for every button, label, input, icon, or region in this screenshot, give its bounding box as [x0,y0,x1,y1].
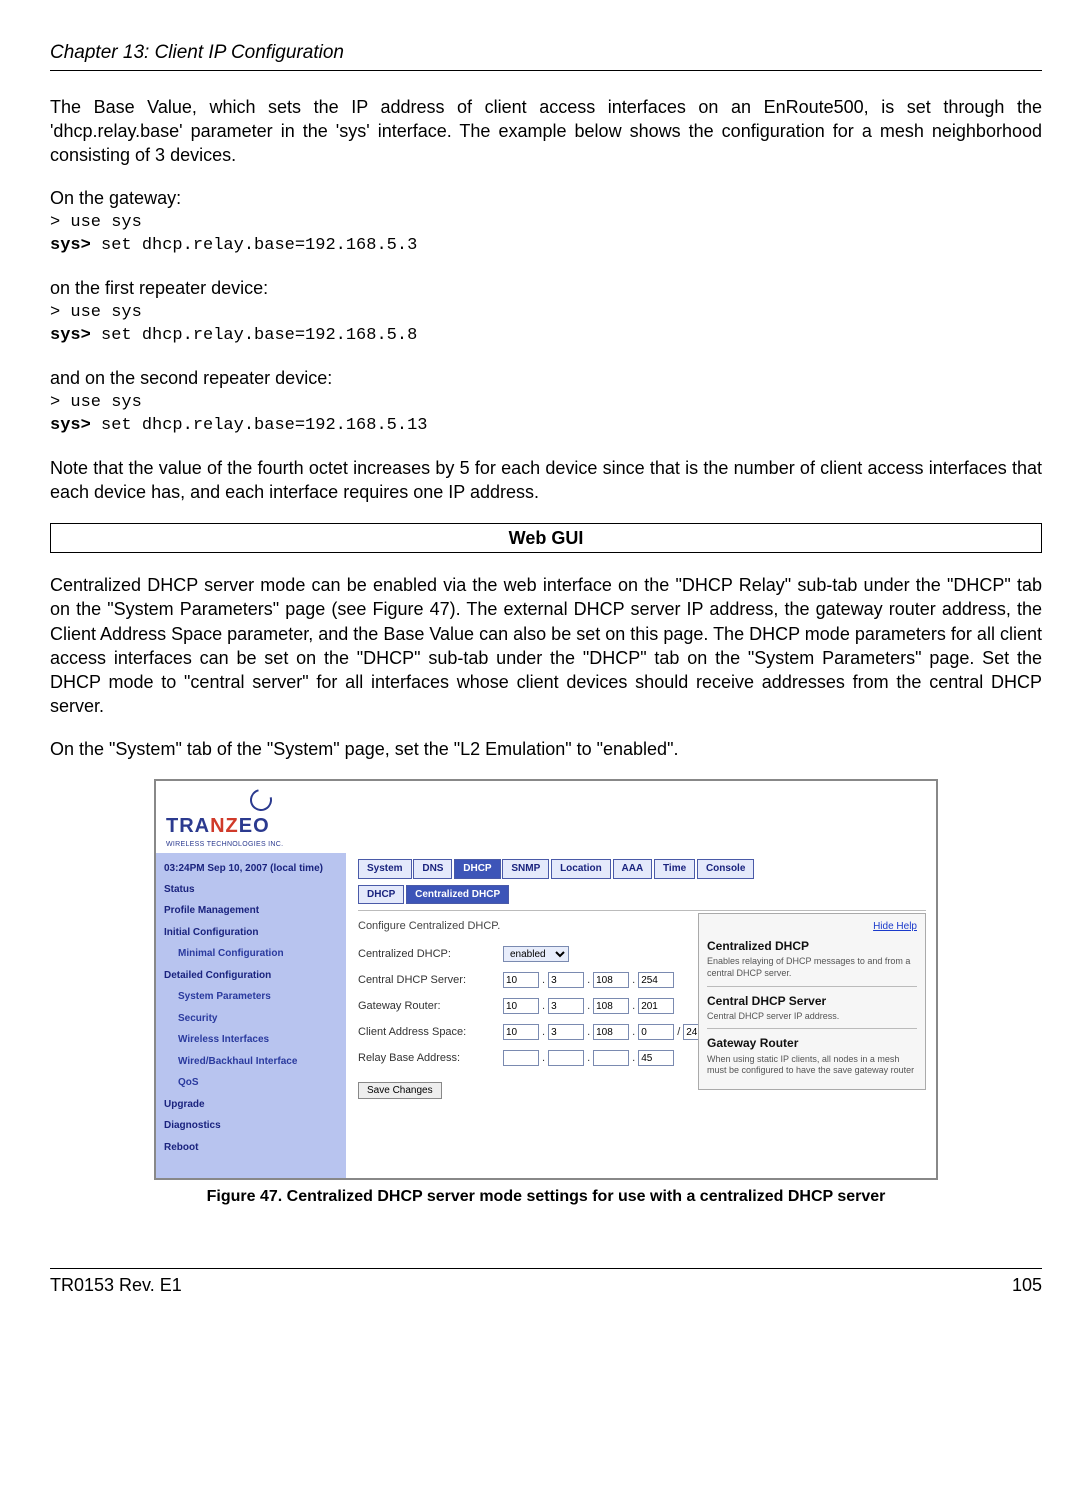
sidebar: 03:24PM Sep 10, 2007 (local time) Status… [156,853,346,1178]
web-gui-heading: Web GUI [50,523,1042,553]
tab-aaa[interactable]: AAA [613,859,653,879]
logo-text: EO [239,815,270,837]
relay-ip-4[interactable] [638,1050,674,1066]
sidebar-item-sysparams[interactable]: System Parameters [156,986,346,1008]
server-label: Central DHCP Server: [358,973,503,988]
intro-paragraph: The Base Value, which sets the IP addres… [50,95,1042,168]
logo: TRANZEO WIRELESS TECHNOLOGIES INC. [156,781,366,853]
logo-text: TRA [166,815,210,837]
sidebar-item-reboot[interactable]: Reboot [156,1137,346,1159]
help-panel: Hide Help Centralized DHCP Enables relay… [698,913,926,1090]
repeater1-code: > use sys sys> set dhcp.relay.base=192.1… [50,302,1042,348]
space-ip-1[interactable] [503,1024,539,1040]
footer-doc-id: TR0153 Rev. E1 [50,1273,182,1297]
code-cmd: set dhcp.relay.base=192.168.5.13 [91,416,428,435]
gateway-ip-1[interactable] [503,998,539,1014]
tab-console[interactable]: Console [697,859,754,879]
server-ip-4[interactable] [638,972,674,988]
sidebar-time: 03:24PM Sep 10, 2007 (local time) [156,859,346,879]
help-title-server: Central DHCP Server [707,993,917,1009]
page-footer: TR0153 Rev. E1 105 [50,1268,1042,1297]
tab-dhcp[interactable]: DHCP [454,859,500,879]
help-desc-centralized: Enables relaying of DHCP messages to and… [707,956,917,979]
server-ip-1[interactable] [503,972,539,988]
webgui-paragraph: Centralized DHCP server mode can be enab… [50,573,1042,719]
figure-caption: Figure 47. Centralized DHCP server mode … [50,1186,1042,1208]
top-tabs: System DNS DHCP SNMP Location AAA Time C… [358,859,926,879]
code-line: > use sys [50,393,142,412]
relay-ip-3[interactable] [593,1050,629,1066]
main-panel: System DNS DHCP SNMP Location AAA Time C… [346,853,936,1178]
tab-snmp[interactable]: SNMP [502,859,549,879]
sub-tabs: DHCP Centralized DHCP [358,885,926,905]
gateway-code: > use sys sys> set dhcp.relay.base=192.1… [50,212,1042,258]
sidebar-item-status[interactable]: Status [156,879,346,901]
repeater2-code: > use sys sys> set dhcp.relay.base=192.1… [50,392,1042,438]
help-title-gateway: Gateway Router [707,1035,917,1051]
help-desc-gateway: When using static IP clients, all nodes … [707,1054,917,1077]
relay-label: Relay Base Address: [358,1051,503,1066]
save-button[interactable]: Save Changes [358,1082,442,1099]
logo-swirl-icon [246,785,276,815]
sidebar-item-profile[interactable]: Profile Management [156,900,346,922]
space-ip-2[interactable] [548,1024,584,1040]
code-prompt: sys> [50,416,91,435]
tab-location[interactable]: Location [551,859,611,879]
gateway-label: Gateway Router: [358,999,503,1014]
tab-dns[interactable]: DNS [413,859,452,879]
code-prompt: sys> [50,326,91,345]
server-ip-3[interactable] [593,972,629,988]
relay-ip-2[interactable] [548,1050,584,1066]
gateway-ip-2[interactable] [548,998,584,1014]
system-paragraph: On the "System" tab of the "System" page… [50,737,1042,761]
sidebar-item-upgrade[interactable]: Upgrade [156,1094,346,1116]
logo-subtitle: WIRELESS TECHNOLOGIES INC. [166,840,356,849]
sidebar-item-wired[interactable]: Wired/Backhaul Interface [156,1051,346,1073]
space-label: Client Address Space: [358,1025,503,1040]
code-line: > use sys [50,303,142,322]
gateway-ip-4[interactable] [638,998,674,1014]
code-prompt: sys> [50,236,91,255]
divider [358,910,926,911]
logo-text: NZ [210,815,239,837]
server-ip-2[interactable] [548,972,584,988]
chapter-header: Chapter 13: Client IP Configuration [50,40,1042,71]
space-ip-4[interactable] [638,1024,674,1040]
sidebar-item-qos[interactable]: QoS [156,1072,346,1094]
help-desc-server: Central DHCP server IP address. [707,1011,917,1023]
repeater2-label: and on the second repeater device: [50,366,1042,390]
code-cmd: set dhcp.relay.base=192.168.5.8 [91,326,417,345]
subtab-centralized[interactable]: Centralized DHCP [406,885,509,905]
code-line: > use sys [50,213,142,232]
subtab-dhcp[interactable]: DHCP [358,885,404,905]
tab-system[interactable]: System [358,859,412,879]
sidebar-item-detailed[interactable]: Detailed Configuration [156,965,346,987]
gateway-ip-3[interactable] [593,998,629,1014]
note-paragraph: Note that the value of the fourth octet … [50,456,1042,505]
centralized-select[interactable]: enabled [503,946,569,962]
centralized-label: Centralized DHCP: [358,947,503,962]
sidebar-item-initial[interactable]: Initial Configuration [156,922,346,944]
footer-page-number: 105 [1012,1273,1042,1297]
relay-ip-1[interactable] [503,1050,539,1066]
sidebar-item-wireless[interactable]: Wireless Interfaces [156,1029,346,1051]
hide-help-link[interactable]: Hide Help [707,920,917,934]
sidebar-item-security[interactable]: Security [156,1008,346,1030]
space-ip-3[interactable] [593,1024,629,1040]
help-title-centralized: Centralized DHCP [707,938,917,954]
gateway-label: On the gateway: [50,186,1042,210]
code-cmd: set dhcp.relay.base=192.168.5.3 [91,236,417,255]
sidebar-item-diagnostics[interactable]: Diagnostics [156,1115,346,1137]
screenshot: TRANZEO WIRELESS TECHNOLOGIES INC. 03:24… [154,779,938,1180]
sidebar-item-minimal[interactable]: Minimal Configuration [156,943,346,965]
tab-time[interactable]: Time [654,859,695,879]
repeater1-label: on the first repeater device: [50,276,1042,300]
